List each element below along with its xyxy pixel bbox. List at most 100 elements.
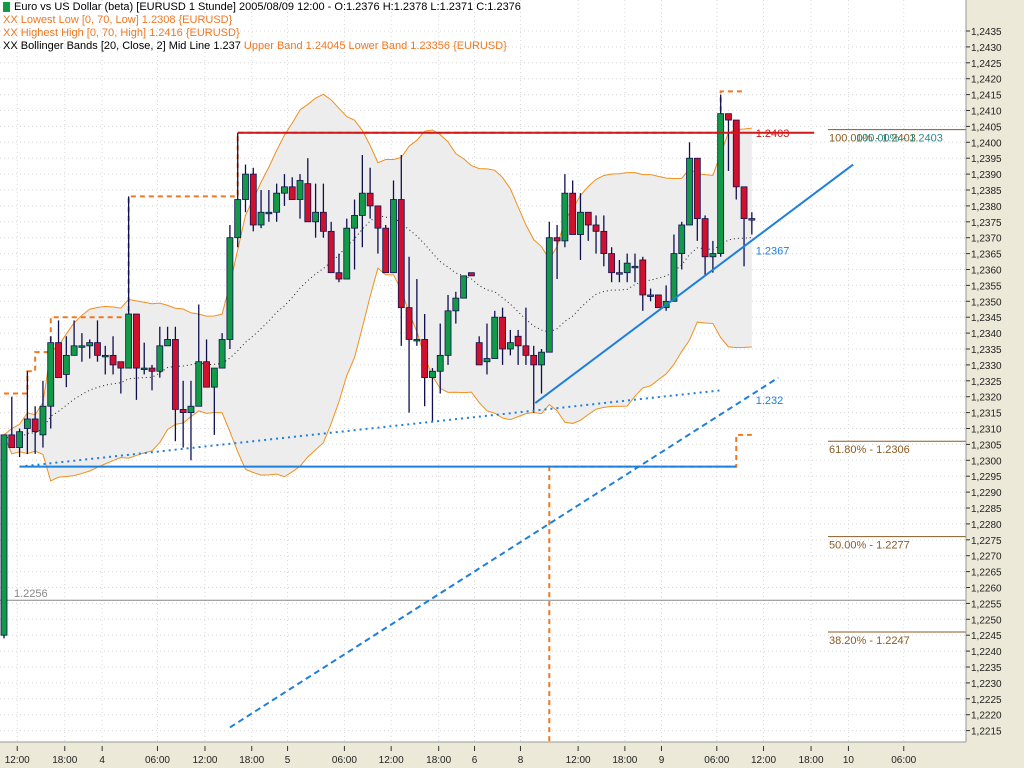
candle-body-down — [514, 335, 522, 347]
price-tick-label: 1,2325 — [971, 377, 1002, 388]
price-tick-label: 1,2335 — [971, 345, 1002, 356]
time-tick-label: 10 — [843, 755, 855, 766]
price-tick-label: 1,2285 — [971, 504, 1002, 515]
candle-body-down — [701, 218, 709, 258]
time-tick-label: 06:00 — [332, 755, 357, 766]
price-tick-label: 1,2260 — [971, 584, 1002, 595]
price-tick-label: 1,2240 — [971, 647, 1002, 658]
candle-body-up — [62, 354, 70, 375]
candle-body-up — [281, 186, 288, 194]
price-tick-label: 1,2420 — [971, 75, 1002, 86]
candle — [491, 310, 499, 359]
candle-body-up — [218, 339, 226, 369]
time-tick-label: 4 — [99, 755, 105, 766]
candle-body-down — [467, 272, 475, 277]
time-tick-label: 18:00 — [426, 755, 451, 766]
candle-body-down — [522, 345, 530, 356]
candle-body-up — [429, 370, 436, 379]
candle-body-down — [374, 205, 382, 229]
candle-body-down — [553, 237, 561, 242]
legend-highest-high[interactable]: XX Highest High [0, 70, High] 1.2416 {EU… — [3, 27, 240, 40]
time-tick-label: 12:00 — [751, 755, 776, 766]
candle-body-down — [327, 230, 335, 274]
candle-body-up — [125, 313, 133, 369]
candle-body-down — [117, 361, 125, 369]
fib-level-label: 38.20% - 1.2247 — [829, 635, 910, 647]
legend-lowest-low[interactable]: XX Lowest Low [0, 70, Low] 1.2308 {EURUS… — [3, 14, 232, 27]
price-tick-label: 1,2295 — [971, 472, 1002, 483]
candle-body-up — [670, 253, 678, 302]
candle-body-up — [709, 253, 717, 258]
candle — [234, 132, 242, 248]
candle-body-down — [584, 211, 592, 226]
candle-body-down — [693, 157, 701, 220]
candle-body-up — [86, 342, 94, 347]
price-tick-label: 1,2320 — [971, 393, 1002, 404]
candle-body-up — [226, 237, 234, 340]
time-tick-label: 12:00 — [379, 755, 404, 766]
price-tick-label: 1,2250 — [971, 615, 1002, 626]
candle-body-up — [647, 294, 654, 297]
candle — [382, 224, 390, 274]
candle-body-up — [351, 215, 358, 229]
price-tick-label: 1,2300 — [971, 456, 1002, 467]
time-tick-label: 18:00 — [239, 755, 264, 766]
candle-body-down — [31, 418, 39, 433]
candle-body-up — [242, 173, 249, 200]
candle-body-up — [210, 367, 218, 388]
candle-body-down — [405, 307, 413, 340]
candle-body-up — [312, 211, 320, 223]
candle-body-down — [171, 339, 179, 410]
candle-body-down — [654, 294, 662, 309]
candle-body-up — [273, 192, 281, 213]
candle-body-down — [600, 230, 608, 254]
price-tick-label: 1,2415 — [971, 91, 1002, 102]
price-line-label: 1.2256 — [14, 588, 48, 600]
price-tick-label: 1,2365 — [971, 250, 1002, 261]
time-tick-label: 12:00 — [5, 755, 30, 766]
candle-body-down — [397, 199, 405, 309]
candle-body-down — [569, 192, 577, 235]
candle — [717, 94, 725, 257]
price-tick-label: 1,2370 — [971, 234, 1002, 245]
fib-level-label: 50.00% - 1.2277 — [829, 540, 910, 552]
rising-trendline-label: 1.2367 — [756, 245, 790, 257]
legend-bollinger[interactable]: XX Bollinger Bands [20, Close, 2] Mid Li… — [3, 40, 507, 53]
candle-body-down — [304, 183, 312, 223]
candle-body-down — [592, 224, 600, 232]
candle-body-up — [616, 272, 623, 275]
candle-body-up — [164, 339, 171, 347]
price-tick-label: 1,2345 — [971, 313, 1002, 324]
fib-level-label: 61.80% - 1.2306 — [829, 444, 910, 456]
candle-body-down — [133, 313, 140, 369]
price-tick-label: 1,2395 — [971, 154, 1002, 165]
bollinger-bands-text: Upper Band 1.24045 Lower Band 1.23356 {E… — [243, 40, 507, 52]
resistance-line-label: 1.2403 — [756, 128, 790, 140]
candle-body-down — [499, 316, 506, 350]
dashed-trendline-label: 1.232 — [756, 395, 784, 407]
time-tick-label: 12:00 — [192, 755, 217, 766]
candle — [467, 272, 475, 277]
candle-body-down — [608, 253, 616, 274]
price-tick-label: 1,2430 — [971, 43, 1002, 54]
candle — [0, 434, 8, 639]
price-tick-label: 1,2425 — [971, 59, 1002, 70]
candlestick-chart[interactable]: 1.2256 1.2403 1.2367 1.232 100.00% - 1.2403 6… — [0, 0, 1024, 768]
candle-body-up — [39, 405, 47, 436]
candle-body-up — [491, 316, 499, 359]
time-tick-label: 06:00 — [891, 755, 916, 766]
price-tick-label: 1,2340 — [971, 329, 1002, 340]
price-tick-label: 1,2355 — [971, 281, 1002, 292]
candle-body-down — [288, 186, 296, 200]
candle-body-up — [623, 262, 631, 274]
candle-body-up — [234, 199, 242, 239]
price-tick-label: 1,2270 — [971, 552, 1002, 563]
plot-area: 1.2256 1.2403 1.2367 1.232 100.00% - 1.2403 6… — [0, 0, 966, 742]
candle-body-up — [140, 367, 148, 370]
candle-body-up — [545, 237, 553, 353]
price-tick-label: 1,2280 — [971, 520, 1002, 531]
candle-body-up — [257, 211, 265, 226]
price-tick-label: 1,2375 — [971, 218, 1002, 229]
candle-body-up — [631, 265, 639, 269]
price-tick-label: 1,2225 — [971, 695, 1002, 706]
